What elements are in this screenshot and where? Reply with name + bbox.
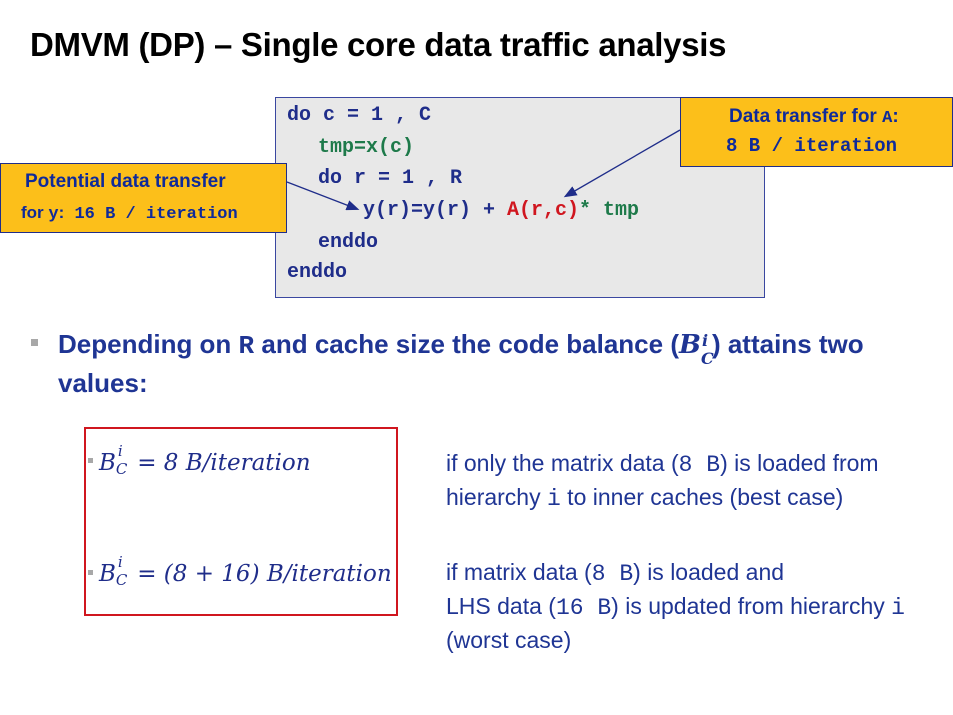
- sub-bullet-marker: [88, 570, 93, 575]
- formula-best-case-desc: if only the matrix data (8 B) is loaded …: [446, 450, 879, 512]
- formula-best-case: BiC = 8 B/iteration: [99, 442, 311, 478]
- sub-bullet-marker: [88, 458, 93, 463]
- arrow-y-to-vector: [286, 181, 360, 211]
- bullet-marker: [31, 339, 38, 346]
- arrow-a-to-matrix: [563, 129, 681, 198]
- formula-worst-case: BiC = (8 + 16) B/iteration: [99, 553, 392, 589]
- code-balance-symbol: BiC: [678, 330, 714, 368]
- formula-worst-case-desc: if matrix data (8 B) is loaded and LHS d…: [446, 559, 905, 653]
- code-balance-bullet: Depending on R and cache size the code b…: [58, 329, 864, 398]
